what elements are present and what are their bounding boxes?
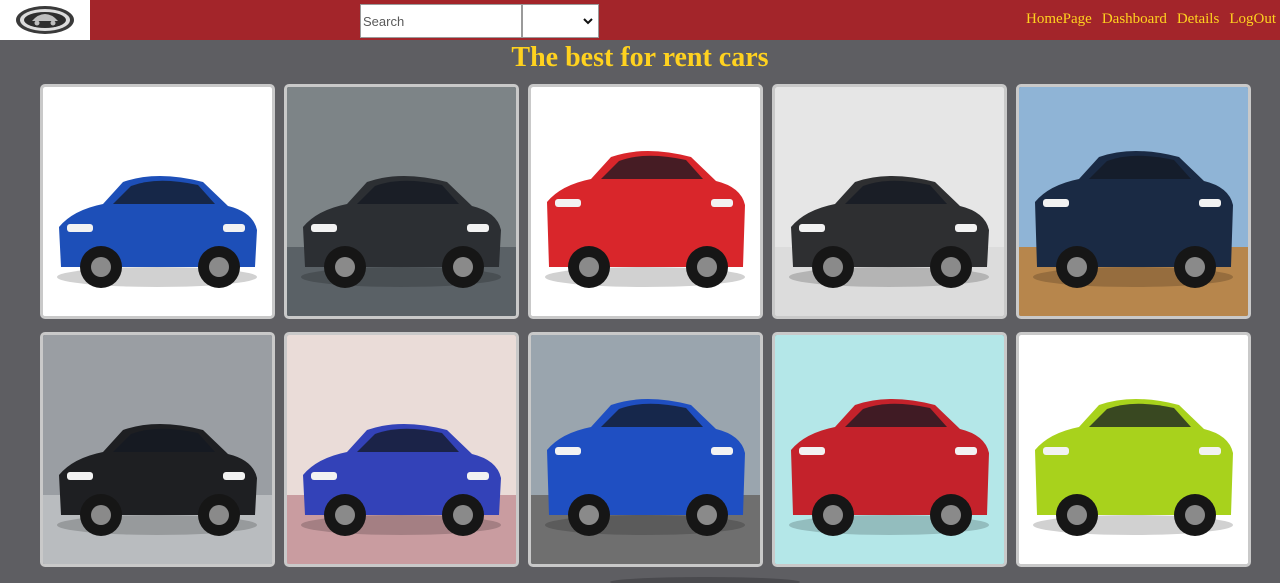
car-card[interactable] [528,84,763,319]
nav-dashboard-link[interactable]: Dashboard [1102,11,1167,28]
bottom-divider [610,577,800,583]
car-card[interactable] [40,84,275,319]
page-title: The best for rent cars [511,42,769,73]
nav-details-link[interactable]: Details [1177,11,1220,28]
black-coupe-image [775,87,1004,316]
search-input[interactable] [360,4,522,38]
car-card[interactable] [1016,332,1251,567]
car-card[interactable] [1016,84,1251,319]
car-card[interactable] [40,332,275,567]
red-hatchback-image [775,335,1004,564]
nav-homepage-link[interactable]: HomePage [1026,11,1092,28]
chevron-down-icon [583,17,593,24]
car-card[interactable] [772,332,1007,567]
lime-crossover-image [1019,335,1248,564]
car-card[interactable] [284,332,519,567]
car-card[interactable] [284,84,519,319]
blue-gran-coupe-image [287,335,516,564]
car-card[interactable] [528,332,763,567]
nav-links: HomePage Dashboard Details LogOut [1016,11,1276,28]
black-accord-sedan-image [43,335,272,564]
nav-logout-link[interactable]: LogOut [1229,11,1276,28]
dark-blue-suv-image [1019,87,1248,316]
car-grid [40,84,1251,567]
top-navbar: HomePage Dashboard Details LogOut [0,0,1280,40]
black-camo-coupe-image [287,87,516,316]
red-suv-image [531,87,760,316]
filter-select[interactable] [522,4,599,38]
car-emblem-logo-icon [16,6,74,34]
logo[interactable] [0,0,90,40]
blue-suv-coupe-image [531,335,760,564]
blue-sedan-image [43,87,272,316]
car-card[interactable] [772,84,1007,319]
